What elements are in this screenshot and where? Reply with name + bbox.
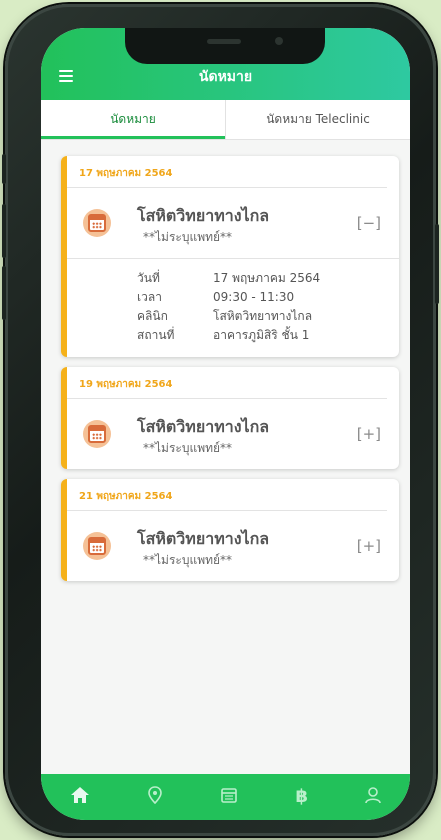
volume-up-button (2, 204, 6, 258)
bottom-nav: ฿ (41, 774, 410, 820)
collapse-toggle[interactable]: [−] (357, 214, 381, 232)
profile-icon[interactable] (365, 786, 382, 808)
detail-value: โสหิตวิทยาทางไกล (213, 309, 313, 323)
calendar-icon (83, 209, 111, 237)
clinic-name: โสหิตวิทยาทางไกล (137, 529, 270, 548)
doctor-name: **ไม่ระบุแพทย์** (143, 553, 233, 567)
detail-row-clinic: คลินิก โสหิตวิทยาทางไกล (137, 307, 399, 326)
doctor-name: **ไม่ระบุแพทย์** (143, 441, 233, 455)
detail-row-time: เวลา 09:30 - 11:30 (137, 288, 399, 307)
appointment-card: 17 พฤษภาคม 2564 โสหิตวิทยาทางไกล **ไม่ระ… (61, 156, 399, 357)
calendar-icon (83, 532, 111, 560)
detail-row-date: วันที่ 17 พฤษภาคม 2564 (137, 269, 399, 288)
app-screen: นัดหมาย นัดหมาย นัดหมาย Teleclinic 17 พฤ… (41, 28, 410, 820)
appointment-summary[interactable]: โสหิตวิทยาทางไกล **ไม่ระบุแพทย์** [+] (67, 511, 399, 581)
appointment-card: 19 พฤษภาคม 2564 โสหิตวิทยาทางไกล **ไม่ระ… (61, 367, 399, 469)
expand-toggle[interactable]: [+] (357, 537, 381, 555)
calendar-icon (83, 420, 111, 448)
doctor-name: **ไม่ระบุแพทย์** (143, 230, 233, 244)
tab-teleclinic[interactable]: นัดหมาย Teleclinic (225, 100, 410, 139)
appointment-list: 17 พฤษภาคม 2564 โสหิตวิทยาทางไกล **ไม่ระ… (61, 156, 399, 591)
appointment-details: วันที่ 17 พฤษภาคม 2564 เวลา 09:30 - 11:3… (67, 258, 399, 357)
calendar-icon[interactable] (220, 786, 238, 808)
page-title: นัดหมาย (198, 69, 253, 85)
notch (125, 28, 325, 64)
detail-label: สถานที่ (137, 328, 175, 342)
appointment-card: 21 พฤษภาคม 2564 โสหิตวิทยาทางไกล **ไม่ระ… (61, 479, 399, 581)
detail-value: 17 พฤษภาคม 2564 (213, 271, 321, 285)
detail-label: คลินิก (137, 309, 168, 323)
volume-down-button (2, 266, 6, 320)
tab-appointments[interactable]: นัดหมาย (41, 100, 225, 139)
appointment-date: 17 พฤษภาคม 2564 (67, 156, 387, 188)
tab-bar: นัดหมาย นัดหมาย Teleclinic (41, 100, 410, 140)
appointment-summary[interactable]: โสหิตวิทยาทางไกล **ไม่ระบุแพทย์** [+] (67, 399, 399, 469)
appointment-date: 21 พฤษภาคม 2564 (67, 479, 387, 511)
detail-row-location: สถานที่ อาคารภูมิสิริ ชั้น 1 (137, 326, 399, 345)
detail-value: 09:30 - 11:30 (213, 290, 295, 304)
camera-dot (275, 37, 283, 45)
location-pin-icon[interactable] (147, 786, 163, 808)
appointment-summary[interactable]: โสหิตวิทยาทางไกล **ไม่ระบุแพทย์** [−] (67, 188, 399, 258)
speaker-grille (207, 39, 241, 44)
appointment-date: 19 พฤษภาคม 2564 (67, 367, 387, 399)
detail-label: วันที่ (137, 271, 160, 285)
mute-switch (2, 154, 6, 184)
clinic-name: โสหิตวิทยาทางไกล (137, 206, 270, 225)
phone-frame: นัดหมาย นัดหมาย นัดหมาย Teleclinic 17 พฤ… (2, 4, 439, 836)
power-button (435, 224, 439, 304)
baht-icon[interactable]: ฿ (295, 788, 308, 806)
home-icon[interactable] (70, 786, 90, 808)
expand-toggle[interactable]: [+] (357, 425, 381, 443)
clinic-name: โสหิตวิทยาทางไกล (137, 417, 270, 436)
detail-value: อาคารภูมิสิริ ชั้น 1 (213, 328, 310, 342)
detail-label: เวลา (137, 290, 162, 304)
